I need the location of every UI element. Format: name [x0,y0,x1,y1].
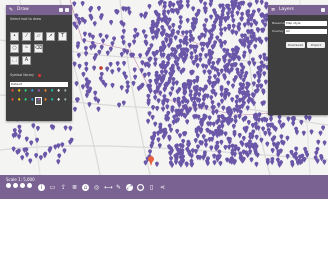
circle-tool-button[interactable]: ○ [10,44,19,53]
zoom-full-button[interactable] [27,183,32,188]
draw-icon[interactable]: ✎ [115,184,122,191]
layers-panel: ≣ Layers Basemap Map style Overlay All D… [268,5,328,115]
selected-tool-icon[interactable]: ● [137,184,144,191]
arrow-tool-button[interactable]: ↗ [46,32,55,41]
pencil-icon: ✎ [9,7,14,13]
symbol-library-select[interactable]: Default [10,82,68,87]
polygon-tool-button[interactable]: ▱ [34,32,43,41]
full-extent-icon[interactable]: ⤢ [126,184,133,191]
layers-icon[interactable]: ≣ [71,184,78,191]
symbol-pin-icon[interactable]: ♦ [56,98,61,104]
symbol-section-label: Symbol library [10,73,34,77]
toolbar-icons: i ▭ ⇪ ≣ ⌂ ◎ ⟷ ✎ ⤢ ● ▯ ⋖ [38,184,170,191]
overlay-select[interactable]: All [285,29,327,34]
info-icon[interactable]: i [38,184,45,191]
symbol-pin-icon[interactable]: ♦ [23,89,28,95]
label-tool-button[interactable]: A [22,56,31,65]
share-icon[interactable]: ⋖ [159,184,166,191]
home-icon[interactable]: ⌂ [82,184,89,191]
download-button[interactable]: Download [286,42,305,48]
select-tool-button[interactable]: ⬚ [10,56,19,65]
zoom-reset-button[interactable] [20,183,25,188]
close-button[interactable] [321,8,325,12]
symbol-pin-icon[interactable]: ♦ [23,98,28,104]
symbol-pin-icon[interactable]: ♦ [35,97,43,105]
symbol-pin-icon[interactable]: ♦ [10,98,15,104]
symbol-pin-icon[interactable]: ♦ [30,89,35,95]
symbol-pin-icon[interactable]: ♦ [50,98,55,104]
zoom-in-button[interactable] [6,183,11,188]
basemap-label: Basemap [272,21,286,25]
bottom-toolbar: Scale 1: 5,000 i ▭ ⇪ ≣ ⌂ ◎ ⟷ ✎ ⤢ ● ▯ ⋖ [0,175,328,199]
print-icon[interactable]: ▭ [49,184,56,191]
zoom-out-button[interactable] [13,183,18,188]
draw-panel: ✎ Draw Select tool to draw • ⁄ ▱ ↗ T ○ ~… [6,5,72,121]
symbol-pin-icon[interactable]: ♦ [43,98,48,104]
panel-window-buttons [321,8,325,12]
freehand-tool-button[interactable]: ~ [22,44,31,53]
symbol-pin-icon[interactable]: ♦ [17,98,22,104]
basemap-select[interactable]: Map style [285,21,327,26]
layers-icon: ≣ [271,7,276,13]
symbol-pin-icon[interactable]: ♦ [36,89,41,95]
close-button[interactable] [65,8,69,12]
zoom-controls [6,183,32,188]
export-icon[interactable]: ⇪ [60,184,67,191]
measure-icon[interactable]: ⟷ [104,184,113,191]
symbol-pin-icon[interactable]: ♦ [17,89,22,95]
symbol-pin-icon[interactable]: ♦ [50,89,55,95]
draw-panel-title: Draw [17,7,29,12]
layers-panel-title: Layers [279,7,294,12]
scale-readout: Scale 1: 5,000 [6,177,35,182]
symbol-pin-icon[interactable]: ♦ [10,89,15,95]
bookmark-icon[interactable]: ▯ [148,184,155,191]
draw-panel-header: ✎ Draw [6,5,72,15]
symbol-pin-icon[interactable]: ♦ [56,89,61,95]
map-red-dot [99,66,103,70]
point-tool-button[interactable]: • [10,32,19,41]
panel-window-buttons [59,8,69,12]
export-button[interactable]: Export [307,42,325,48]
overlay-label: Overlay [272,29,284,33]
symbol-pin-icon[interactable]: ♦ [63,89,68,95]
tools-section-label: Select tool to draw [10,17,42,21]
symbol-pin-icon[interactable]: ♦ [63,98,68,104]
symbol-pin-icon[interactable]: ♦ [43,89,48,95]
line-tool-button[interactable]: ⁄ [22,32,31,41]
location-icon[interactable]: ◎ [93,184,100,191]
symbol-pin-icon[interactable]: ♦ [30,98,35,104]
app-window: ✎ Draw Select tool to draw • ⁄ ▱ ↗ T ○ ~… [0,0,328,255]
minimize-button[interactable] [59,8,63,12]
text-tool-button[interactable]: T [58,32,67,41]
erase-tool-button[interactable]: ⌫ [34,44,43,53]
color-indicator[interactable] [38,74,41,77]
layers-panel-header: ≣ Layers [268,5,328,15]
